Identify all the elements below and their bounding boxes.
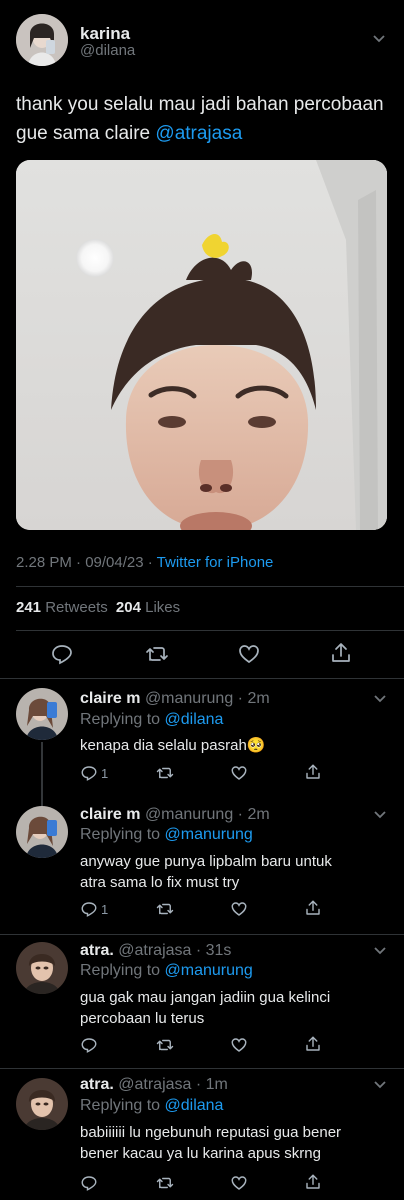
chevron-down-icon[interactable] — [373, 946, 387, 956]
like-icon[interactable] — [230, 1174, 248, 1192]
reply-text: kenapa dia selalu pasrah🥺 — [80, 736, 265, 754]
likes-label: Likes — [145, 599, 181, 616]
reply-avatar[interactable] — [16, 806, 68, 858]
replying-to-mention[interactable]: @dilana — [165, 711, 224, 728]
reply-icon[interactable] — [80, 764, 98, 782]
chevron-down-icon[interactable] — [373, 1080, 387, 1090]
tweet-meta: 2.28 PM · 09/04/23 · Twitter for iPhone — [16, 554, 273, 571]
reply-body: kenapa dia selalu pasrah — [80, 737, 247, 754]
chevron-down-icon[interactable] — [372, 34, 386, 44]
retweet-icon[interactable] — [144, 642, 170, 666]
reply-handle-time[interactable]: @atrajasa · 31s — [118, 942, 231, 959]
replying-to-label: Replying to — [80, 826, 161, 843]
retweet-icon[interactable] — [155, 900, 175, 918]
reply-header: atra. @atrajasa · 31s — [80, 942, 231, 960]
reply-icon[interactable] — [80, 1036, 98, 1054]
retweets-label: Retweets — [45, 599, 108, 616]
reply-body-line: atra sama lo fix must try — [80, 874, 240, 891]
share-icon[interactable] — [304, 763, 322, 781]
like-icon[interactable] — [230, 900, 248, 918]
replying-to: Replying to @dilana — [80, 1097, 223, 1115]
retweets-count: 241 — [16, 599, 42, 616]
reply-handle-time[interactable]: @manurung · 2m — [145, 806, 270, 823]
retweet-icon[interactable] — [155, 1036, 175, 1054]
reply-body-line: anyway gue punya lipbalm baru untuk — [80, 853, 332, 870]
replying-to-label: Replying to — [80, 1097, 161, 1114]
retweets-stat[interactable]: 241 Retweets — [16, 599, 112, 616]
tweet-photo[interactable] — [16, 160, 387, 530]
replying-to-label: Replying to — [80, 711, 161, 728]
likes-stat[interactable]: 204 Likes — [116, 599, 180, 616]
replying-to-mention[interactable]: @dilana — [165, 1097, 224, 1114]
reply-display-name[interactable]: atra. — [80, 942, 114, 959]
reply-display-name[interactable]: claire m — [80, 806, 140, 823]
replying-to-mention[interactable]: @manurung — [165, 962, 253, 979]
reply-avatar[interactable] — [16, 1078, 68, 1130]
like-icon[interactable] — [230, 764, 248, 782]
share-icon[interactable] — [304, 899, 322, 917]
reply-avatar[interactable] — [16, 942, 68, 994]
reply-display-name[interactable]: claire m — [80, 690, 140, 707]
divider — [0, 1068, 404, 1069]
author-handle[interactable]: @dilana — [80, 42, 135, 59]
tweet-stats: 241 Retweets 204 Likes — [16, 599, 180, 616]
tweet-timestamp[interactable]: 2.28 PM · 09/04/23 · — [16, 554, 153, 571]
reply-header: claire m @manurung · 2m — [80, 806, 270, 824]
reply-text: gua gak mau jangan jadiin gua kelinci pe… — [80, 987, 330, 1029]
tweet-mention-link[interactable]: @atrajasa — [155, 123, 242, 144]
pleading-face-emoji: 🥺 — [246, 737, 266, 754]
reply-avatar[interactable] — [16, 688, 68, 740]
replying-to: Replying to @dilana — [80, 711, 223, 729]
reply-icon[interactable] — [80, 1174, 98, 1192]
share-icon[interactable] — [304, 1035, 322, 1053]
reply-header: claire m @manurung · 2m — [80, 690, 270, 708]
author-avatar[interactable] — [16, 14, 68, 66]
reply-text: anyway gue punya lipbalm baru untuk atra… — [80, 851, 332, 893]
reply-handle-time[interactable]: @atrajasa · 1m — [118, 1076, 228, 1093]
retweet-icon[interactable] — [155, 1174, 175, 1192]
reply-icon[interactable] — [80, 900, 98, 918]
likes-count: 204 — [115, 599, 141, 616]
divider — [0, 934, 404, 935]
reply-body-line: babiiiiii lu ngebunuh reputasi gua bener — [80, 1124, 342, 1141]
reply-body-line: bener kacau ya lu karina apus skrng — [80, 1145, 321, 1162]
reply-body-line: gua gak mau jangan jadiin gua kelinci — [80, 989, 331, 1006]
divider — [16, 586, 404, 587]
reply-icon[interactable] — [50, 642, 74, 666]
retweet-icon[interactable] — [155, 764, 175, 782]
divider — [16, 630, 404, 631]
author-display-name[interactable]: karina — [80, 24, 130, 44]
tweet-text: thank you selalu mau jadi bahan percobaa… — [16, 90, 396, 148]
share-icon[interactable] — [304, 1173, 322, 1191]
chevron-down-icon[interactable] — [373, 694, 387, 704]
replying-to: Replying to @manurung — [80, 826, 253, 844]
reply-handle-time[interactable]: @manurung · 2m — [145, 690, 270, 707]
chevron-down-icon[interactable] — [373, 810, 387, 820]
replying-to-label: Replying to — [80, 962, 161, 979]
reply-display-name[interactable]: atra. — [80, 1076, 114, 1093]
reply-body-line: percobaan lu terus — [80, 1010, 205, 1027]
tweet-source-link[interactable]: Twitter for iPhone — [157, 554, 274, 571]
replying-to: Replying to @manurung — [80, 962, 253, 980]
reply-text: babiiiiii lu ngebunuh reputasi gua bener… — [80, 1122, 341, 1164]
like-icon[interactable] — [230, 1036, 248, 1054]
thread-line — [41, 742, 43, 806]
reply-count: 1 — [101, 766, 109, 781]
share-icon[interactable] — [329, 641, 353, 665]
reply-header: atra. @atrajasa · 1m — [80, 1076, 228, 1094]
divider — [0, 678, 404, 679]
replying-to-mention[interactable]: @manurung — [165, 826, 253, 843]
reply-count: 1 — [101, 902, 109, 917]
like-icon[interactable] — [237, 642, 261, 666]
